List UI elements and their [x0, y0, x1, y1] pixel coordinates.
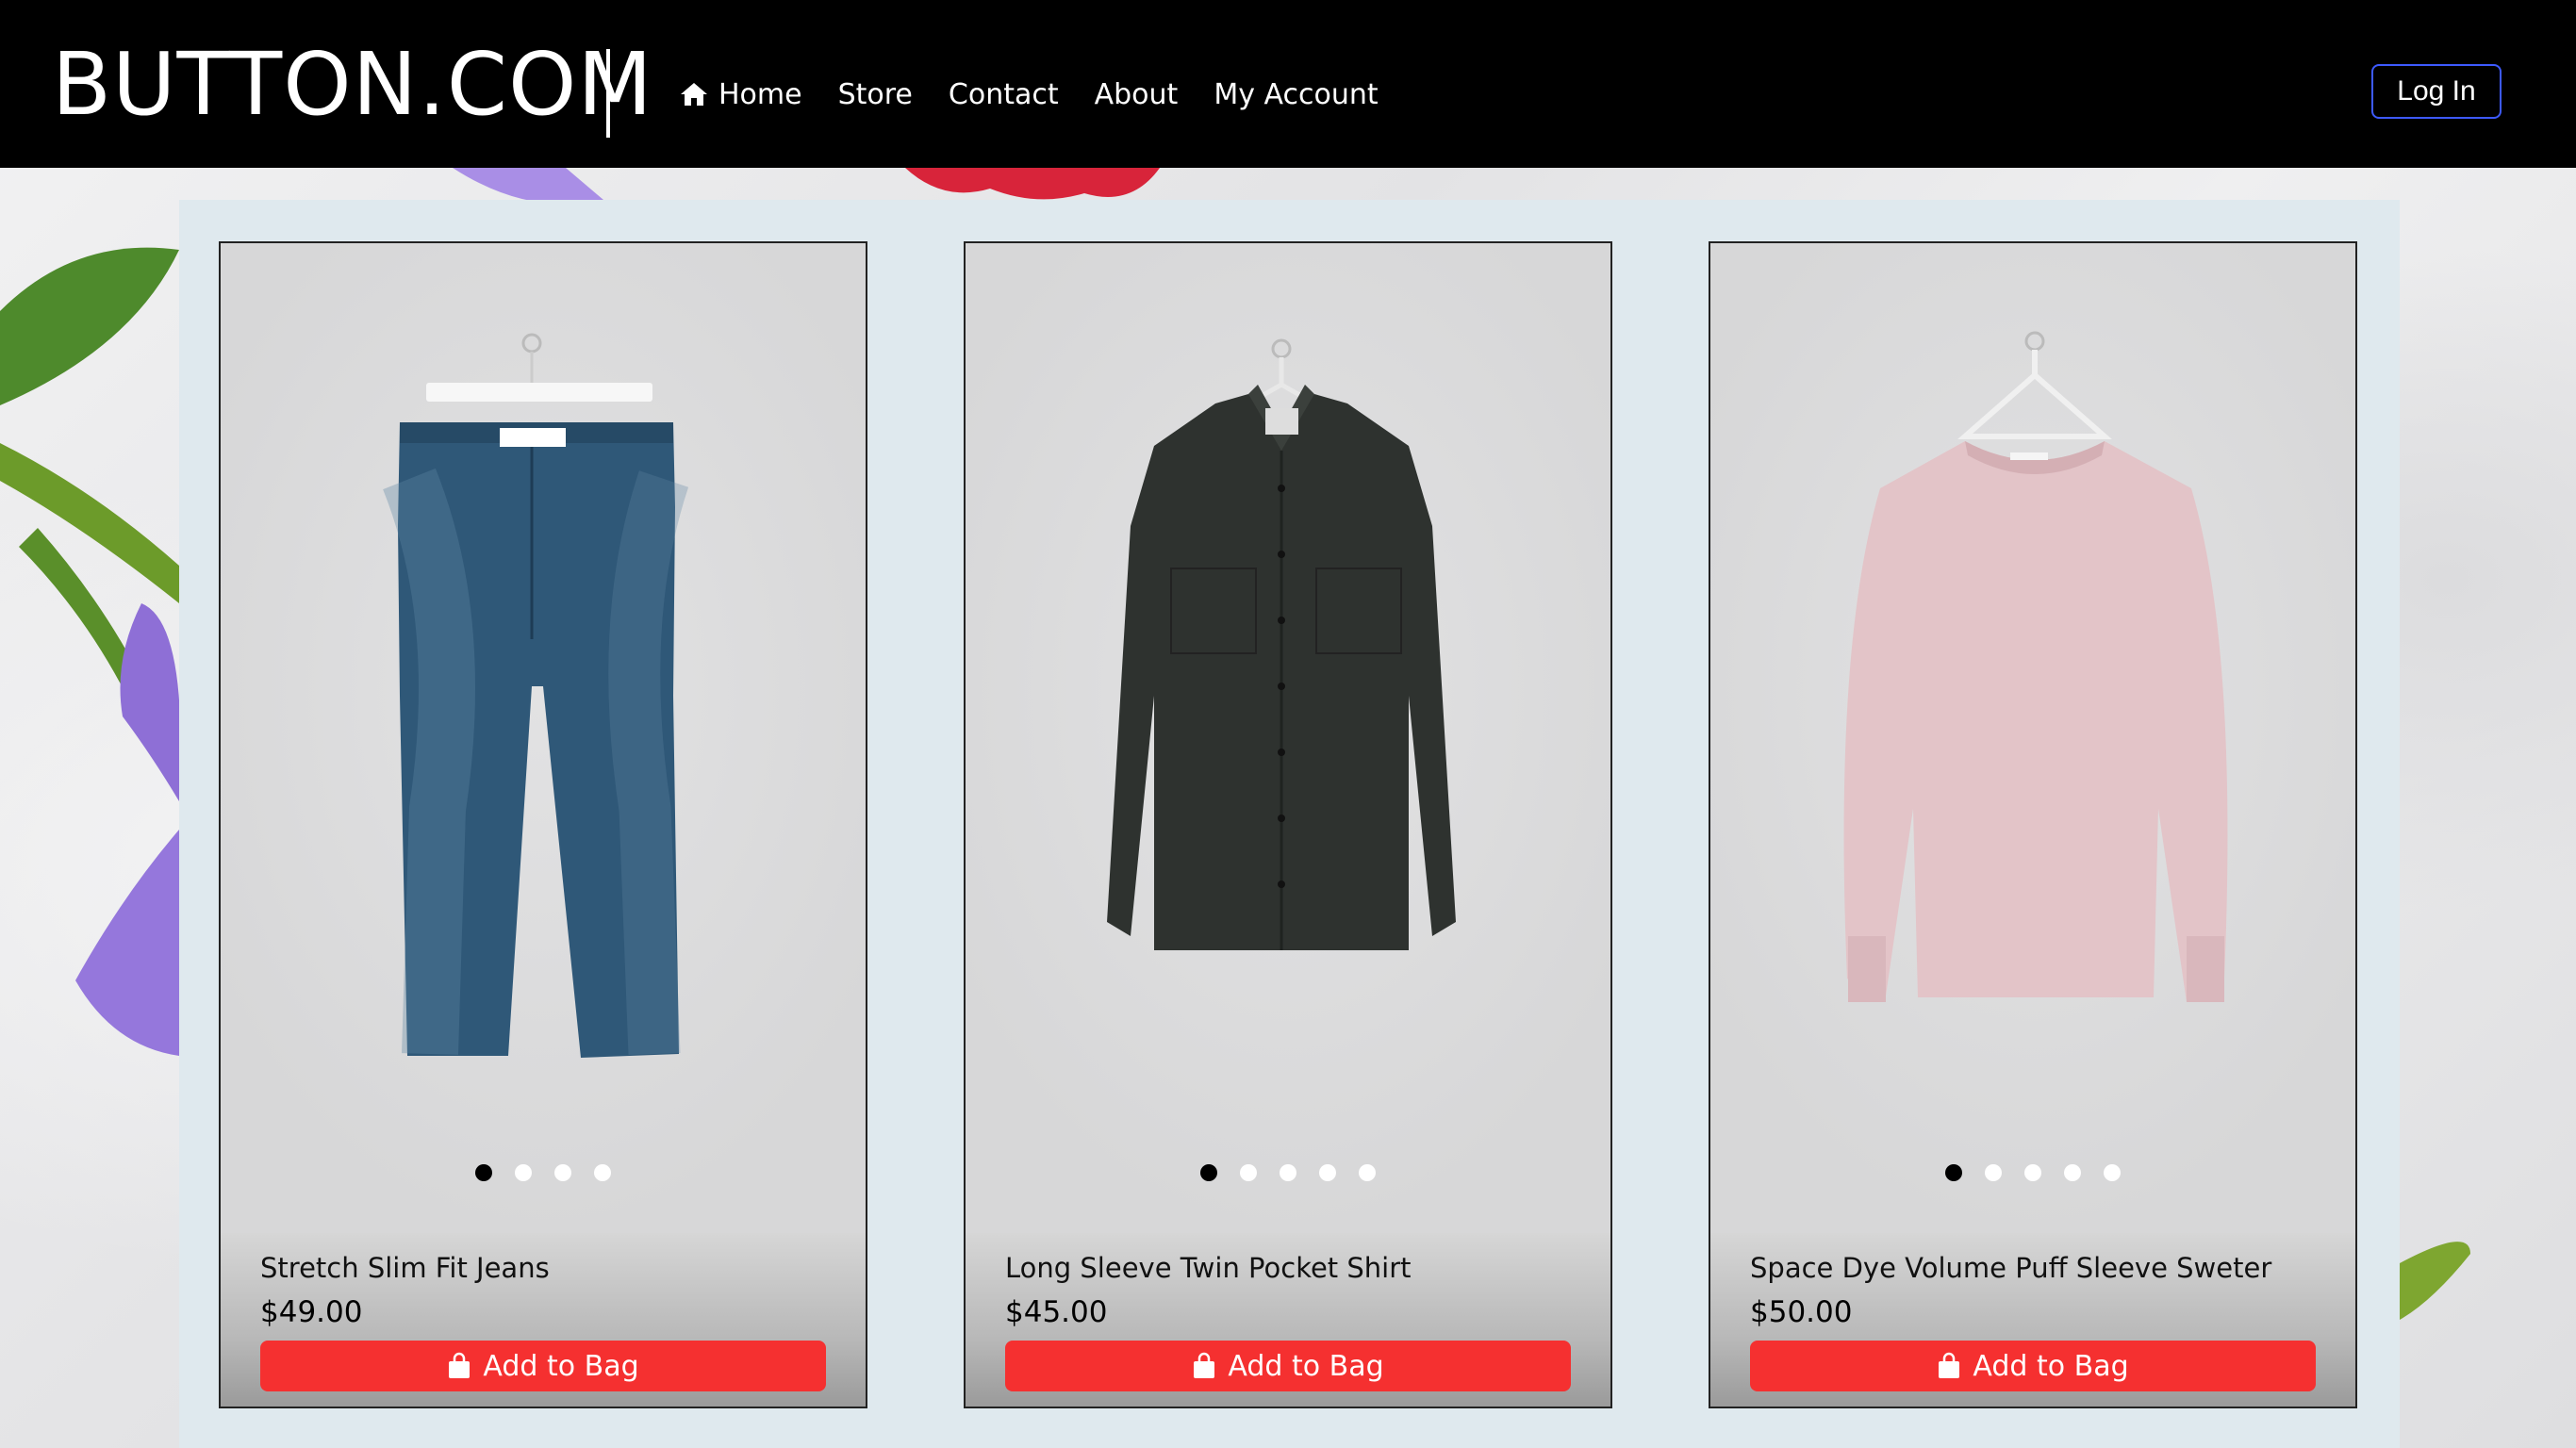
nav-item-my-account[interactable]: My Account	[1214, 78, 1378, 111]
nav-item-label: Contact	[948, 77, 1059, 111]
nav-item-label: My Account	[1214, 77, 1379, 111]
carousel-dots	[966, 1164, 1610, 1181]
carousel-dot[interactable]	[1319, 1164, 1336, 1181]
sweater-image	[1843, 331, 2228, 1002]
carousel-dot[interactable]	[1240, 1164, 1257, 1181]
product-info: Long Sleeve Twin Pocket Shirt $45.00 Add…	[966, 1233, 1610, 1407]
nav-item-label: Home	[718, 77, 802, 111]
add-to-bag-button[interactable]: Add to Bag	[1750, 1341, 2316, 1391]
carousel-dot[interactable]	[2024, 1164, 2041, 1181]
product-card: Long Sleeve Twin Pocket Shirt $45.00 Add…	[964, 241, 1612, 1408]
nav-item-store[interactable]: Store	[838, 78, 913, 111]
carousel-dots	[1710, 1164, 2355, 1181]
carousel-dot[interactable]	[1985, 1164, 2002, 1181]
carousel-dot[interactable]	[1200, 1164, 1217, 1181]
add-to-bag-label: Add to Bag	[1228, 1349, 1384, 1383]
product-name[interactable]: Long Sleeve Twin Pocket Shirt	[1005, 1252, 1412, 1284]
product-name[interactable]: Space Dye Volume Puff Sleeve Sweter	[1750, 1252, 2271, 1284]
brand-logo[interactable]: BUTTON.COM	[52, 38, 653, 132]
product-card: Space Dye Volume Puff Sleeve Sweter $50.…	[1709, 241, 2357, 1408]
carousel-dots	[221, 1164, 866, 1181]
add-to-bag-label: Add to Bag	[1973, 1349, 2129, 1383]
brand-divider	[606, 49, 610, 138]
carousel-dot[interactable]	[1359, 1164, 1376, 1181]
carousel-dot[interactable]	[475, 1164, 492, 1181]
top-navbar: BUTTON.COM Home Store Contact About My A…	[0, 0, 2576, 168]
carousel-dot[interactable]	[594, 1164, 611, 1181]
product-image-carousel[interactable]	[1710, 243, 2355, 1233]
product-name[interactable]: Stretch Slim Fit Jeans	[260, 1252, 550, 1284]
nav-item-label: Store	[837, 77, 913, 111]
carousel-dot[interactable]	[2064, 1164, 2081, 1181]
carousel-dot[interactable]	[554, 1164, 571, 1181]
product-image-carousel[interactable]	[966, 243, 1610, 1233]
shirt-image	[1107, 338, 1456, 950]
product-info: Space Dye Volume Puff Sleeve Sweter $50.…	[1710, 1233, 2355, 1407]
carousel-dot[interactable]	[1280, 1164, 1296, 1181]
shopping-bag-icon	[1939, 1352, 1960, 1378]
nav-item-about[interactable]: About	[1095, 78, 1179, 111]
nav-item-label: About	[1094, 77, 1179, 111]
product-price: $50.00	[1750, 1295, 1853, 1329]
product-card: Stretch Slim Fit Jeans $49.00 Add to Bag	[219, 241, 867, 1408]
home-icon	[681, 83, 707, 106]
main-nav: Home Store Contact About My Account	[679, 66, 1379, 123]
add-to-bag-button[interactable]: Add to Bag	[1005, 1341, 1571, 1391]
carousel-dot[interactable]	[515, 1164, 532, 1181]
add-to-bag-label: Add to Bag	[483, 1349, 639, 1383]
product-price: $49.00	[260, 1295, 363, 1329]
login-button[interactable]: Log In	[2371, 64, 2502, 119]
product-info: Stretch Slim Fit Jeans $49.00 Add to Bag	[221, 1233, 866, 1407]
product-image-carousel[interactable]	[221, 243, 866, 1233]
shopping-bag-icon	[449, 1352, 471, 1378]
carousel-dot[interactable]	[1945, 1164, 1962, 1181]
shopping-bag-icon	[1194, 1352, 1215, 1378]
nav-item-contact[interactable]: Contact	[949, 78, 1059, 111]
add-to-bag-button[interactable]: Add to Bag	[260, 1341, 826, 1391]
product-price: $45.00	[1005, 1295, 1108, 1329]
nav-item-home[interactable]: Home	[679, 78, 802, 111]
jeans-image	[383, 333, 689, 1058]
carousel-dot[interactable]	[2104, 1164, 2121, 1181]
